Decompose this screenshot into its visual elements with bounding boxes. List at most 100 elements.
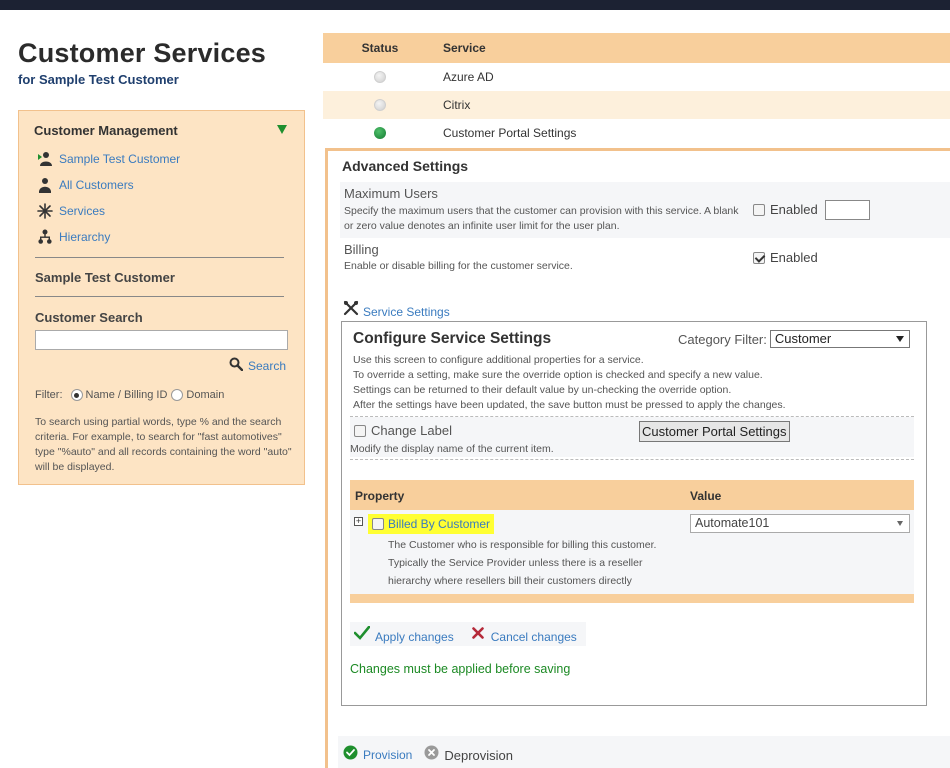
filter-option-label: Name / Billing ID <box>85 389 168 401</box>
users-icon <box>37 177 53 193</box>
cancel-x-icon <box>471 626 484 642</box>
filter-domain-radio[interactable] <box>171 389 184 401</box>
setting-description: Specify the maximum users that the custo… <box>344 205 739 232</box>
filter-label: Filter: <box>35 389 63 401</box>
change-label-text: Change Label <box>371 423 452 438</box>
customer-management-title: Customer Management <box>34 123 178 138</box>
customer-search-input[interactable] <box>35 330 288 350</box>
setting-name: Maximum Users <box>344 186 438 201</box>
services-table: Status Service Azure AD Citrix Customer … <box>323 33 950 147</box>
advanced-settings-title: Advanced Settings <box>342 158 469 174</box>
change-label-block: Change Label Customer Portal Settings Mo… <box>350 417 914 457</box>
property-table-header: Property Value <box>350 480 914 510</box>
column-header-service: Service <box>443 41 486 55</box>
deprovision-x-icon <box>424 745 439 763</box>
change-label-checkbox[interactable] <box>354 424 366 437</box>
section-heading-customer: Sample Test Customer <box>35 270 175 285</box>
category-filter-label: Category Filter: <box>678 331 767 347</box>
table-row[interactable]: Citrix <box>323 91 950 119</box>
apply-changes-button[interactable]: Apply changes <box>375 630 454 644</box>
column-header-value: Value <box>690 489 722 503</box>
filter-name-radio[interactable] <box>70 389 83 401</box>
nav-item-hierarchy[interactable]: Hierarchy <box>37 229 110 245</box>
billing-enabled[interactable]: Enabled <box>753 250 818 265</box>
filter-row: Filter: Name / Billing ID Domain <box>35 389 224 401</box>
service-settings-label[interactable]: Service Settings <box>363 305 450 319</box>
tools-icon <box>343 300 359 319</box>
nav-item-sample-test-customer[interactable]: Sample Test Customer <box>37 151 180 167</box>
configure-help-text: Use this screen to configure additional … <box>353 353 786 413</box>
advanced-settings-panel: Advanced Settings Maximum Users Specify … <box>325 148 950 768</box>
setting-maximum-users: Maximum Users Specify the maximum users … <box>340 182 950 238</box>
page-title: Customer Services <box>18 38 267 68</box>
services-table-header: Status Service <box>323 33 950 63</box>
category-filter-select[interactable]: Customer <box>769 330 910 348</box>
cancel-changes-button[interactable]: Cancel changes <box>491 630 577 644</box>
setting-billing: Billing Enable or disable billing for th… <box>340 240 950 280</box>
configure-title: Configure Service Settings <box>353 330 552 347</box>
user-play-icon <box>37 151 53 167</box>
table-row[interactable]: Azure AD <box>323 63 950 91</box>
max-users-enabled[interactable]: Enabled <box>753 202 818 217</box>
max-users-enabled-checkbox[interactable] <box>753 203 765 216</box>
apply-cancel-bar: Apply changes Cancel changes <box>350 622 586 646</box>
divider <box>350 459 914 460</box>
property-description: The Customer who is responsible for bill… <box>388 536 656 590</box>
table-row[interactable]: Customer Portal Settings <box>323 119 950 147</box>
enabled-label: Enabled <box>770 250 818 265</box>
help-line: Settings can be returned to their defaul… <box>353 384 732 396</box>
service-name[interactable]: Customer Portal Settings <box>437 126 950 140</box>
deprovision-button[interactable]: Deprovision <box>444 748 513 763</box>
hierarchy-icon <box>37 229 53 245</box>
snowflake-icon <box>37 203 53 219</box>
service-settings-link[interactable]: Service Settings <box>343 299 450 319</box>
search-help-text: To search using partial words, type % an… <box>35 416 292 473</box>
provision-check-icon <box>343 745 358 763</box>
help-line: Use this screen to configure additional … <box>353 354 644 366</box>
collapse-triangle-icon[interactable] <box>277 125 287 134</box>
nav-item-label[interactable]: Services <box>59 204 105 218</box>
nav-item-all-customers[interactable]: All Customers <box>37 177 134 193</box>
nav-item-services[interactable]: Services <box>37 203 105 219</box>
expand-icon[interactable]: + <box>354 517 363 526</box>
page-subtitle: for Sample Test Customer <box>18 72 179 87</box>
status-active-icon <box>374 127 386 139</box>
dropdown-arrow-icon <box>895 336 904 342</box>
category-filter: Category Filter: Customer <box>678 330 910 348</box>
category-filter-value: Customer <box>774 331 832 346</box>
customer-management-panel: Customer Management Sample Test Customer… <box>18 110 305 485</box>
nav-item-label[interactable]: Hierarchy <box>59 230 110 244</box>
property-value-select[interactable]: Automate101 <box>690 514 910 533</box>
help-line: To override a setting, make sure the ove… <box>353 369 763 381</box>
status-inactive-icon <box>374 99 386 111</box>
magnifier-icon <box>229 357 244 374</box>
billed-by-customer-checkbox[interactable] <box>372 518 384 530</box>
billing-enabled-checkbox[interactable] <box>753 251 765 264</box>
max-users-input[interactable] <box>825 200 870 220</box>
divider <box>35 257 284 258</box>
property-name: Billed By Customer <box>388 517 491 531</box>
change-label-description: Modify the display name of the current i… <box>350 443 554 455</box>
billed-by-customer-option[interactable]: Billed By Customer <box>368 514 495 534</box>
label-value-field[interactable]: Customer Portal Settings <box>639 421 790 442</box>
nav-item-label[interactable]: Sample Test Customer <box>59 152 180 166</box>
column-header-property: Property <box>355 489 405 503</box>
checkmark-icon <box>353 625 371 643</box>
provision-button[interactable]: Provision <box>363 748 412 762</box>
property-table-footer <box>350 594 914 603</box>
section-heading-search: Customer Search <box>35 310 143 325</box>
apply-note: Changes must be applied before saving <box>350 662 571 676</box>
property-value: Automate101 <box>695 516 770 530</box>
dropdown-arrow-icon <box>897 521 903 526</box>
search-button[interactable]: Search <box>229 357 286 374</box>
search-label[interactable]: Search <box>248 359 286 373</box>
help-line: After the settings have been updated, th… <box>353 399 786 411</box>
divider <box>35 296 284 297</box>
change-label-option[interactable]: Change Label <box>354 423 452 438</box>
setting-name: Billing <box>344 242 379 257</box>
service-name[interactable]: Azure AD <box>437 70 950 84</box>
service-name[interactable]: Citrix <box>437 98 950 112</box>
enabled-label: Enabled <box>770 202 818 217</box>
nav-item-label[interactable]: All Customers <box>59 178 134 192</box>
setting-description: Enable or disable billing for the custom… <box>344 260 573 272</box>
